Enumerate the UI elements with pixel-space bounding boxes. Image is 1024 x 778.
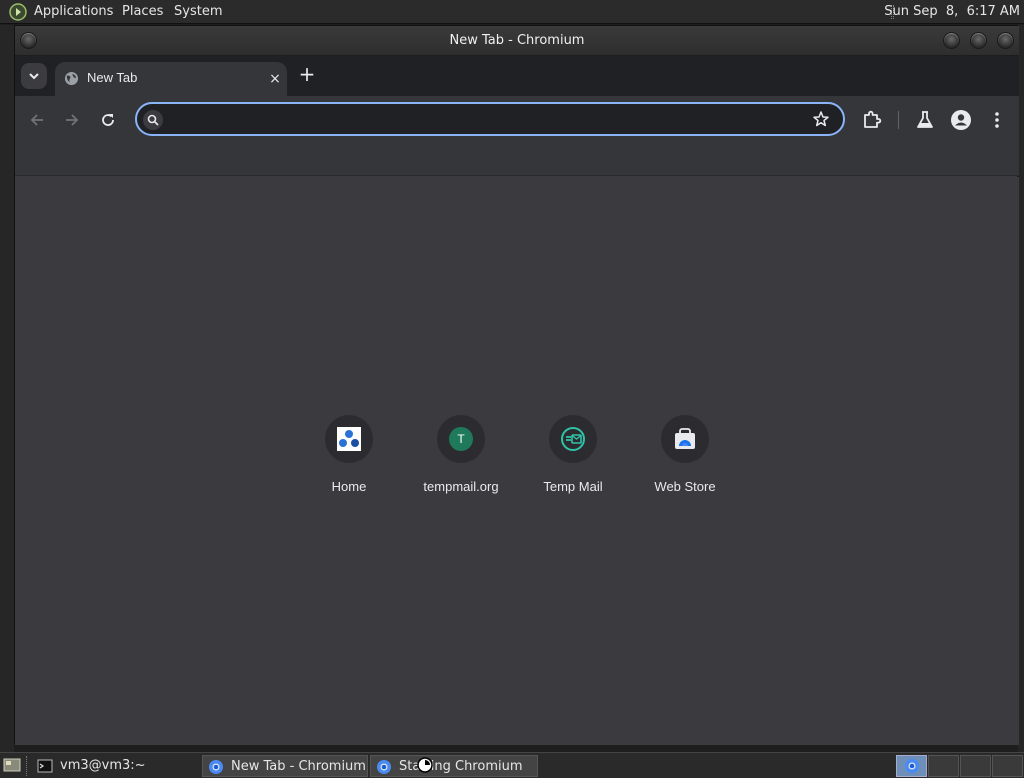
minimize-button[interactable] bbox=[943, 32, 960, 49]
chromium-icon bbox=[377, 760, 391, 774]
chevron-down-icon bbox=[29, 73, 39, 80]
search-icon bbox=[143, 110, 163, 130]
task-terminal[interactable]: vm3@vm3:~ bbox=[32, 755, 200, 777]
shortcut-label: Temp Mail bbox=[543, 479, 603, 494]
maximize-button[interactable] bbox=[970, 32, 987, 49]
workspace-switcher-slot[interactable] bbox=[928, 755, 959, 777]
task-label: vm3@vm3:~ bbox=[60, 758, 146, 773]
bottom-taskbar: vm3@vm3:~ New Tab - Chromium Starting Ch… bbox=[0, 752, 1024, 778]
applications-menu[interactable]: Applications bbox=[34, 4, 113, 20]
task-starting-chromium[interactable]: Starting Chromium bbox=[370, 755, 538, 777]
browser-toolbar bbox=[15, 96, 1019, 176]
tab-title: New Tab bbox=[87, 70, 138, 85]
desktop-edge-left bbox=[0, 25, 14, 752]
new-tab-button[interactable]: + bbox=[297, 64, 317, 86]
tab-close-icon[interactable]: × bbox=[265, 69, 285, 89]
address-input[interactable] bbox=[171, 108, 791, 130]
address-bar[interactable] bbox=[135, 102, 845, 136]
workspace-switcher[interactable] bbox=[896, 755, 927, 777]
shortcut-label: Web Store bbox=[654, 479, 716, 494]
places-menu[interactable]: Places bbox=[122, 4, 163, 20]
back-button[interactable] bbox=[24, 107, 50, 133]
workspace-switcher-slot[interactable] bbox=[992, 755, 1023, 777]
globe-icon bbox=[64, 71, 79, 86]
shortcut-label: Home bbox=[331, 479, 367, 494]
chromium-window: New Tab - Chromium New Tab × + Home T te… bbox=[14, 25, 1019, 745]
bookmark-star-icon[interactable] bbox=[811, 109, 831, 129]
letter-t-icon: T bbox=[449, 427, 473, 451]
forward-arrow-icon bbox=[66, 114, 79, 126]
shortcut-temp-mail[interactable]: Temp Mail bbox=[517, 415, 629, 505]
temp-mail-icon bbox=[561, 427, 585, 451]
more-menu-icon[interactable] bbox=[985, 108, 1009, 132]
shortcut-tempmail-org[interactable]: T tempmail.org bbox=[405, 415, 517, 505]
system-menu[interactable]: System bbox=[174, 4, 222, 20]
close-window-button[interactable] bbox=[997, 32, 1014, 49]
shortcut-home[interactable]: Home bbox=[293, 415, 405, 505]
shortcut-icon-circle: T bbox=[437, 415, 485, 463]
extensions-puzzle-icon[interactable] bbox=[860, 108, 884, 132]
profile-avatar-icon[interactable] bbox=[949, 108, 973, 132]
new-tab-page: Home T tempmail.org Temp Mail Web Store bbox=[15, 177, 1019, 745]
shortcut-web-store[interactable]: Web Store bbox=[629, 415, 741, 505]
shortcut-icon-circle bbox=[549, 415, 597, 463]
tab-search-button[interactable] bbox=[21, 63, 47, 89]
show-desktop-icon[interactable] bbox=[3, 757, 21, 773]
chromium-icon bbox=[905, 759, 919, 773]
workspace-switcher-slot[interactable] bbox=[960, 755, 991, 777]
toolbar-separator bbox=[898, 111, 899, 129]
shortcut-icon-circle bbox=[661, 415, 709, 463]
reload-icon bbox=[102, 114, 114, 126]
window-titlebar[interactable]: New Tab - Chromium bbox=[15, 26, 1019, 56]
taskbar-separator bbox=[26, 756, 28, 776]
labs-flask-icon[interactable] bbox=[913, 108, 937, 132]
shortcut-icon-circle bbox=[325, 415, 373, 463]
web-store-icon bbox=[675, 428, 695, 449]
forward-button[interactable] bbox=[59, 107, 85, 133]
clock[interactable]: Sun Sep 8, 6:17 AM bbox=[884, 4, 1020, 20]
desktop: Applications Places System Sun Sep 8, 6:… bbox=[0, 0, 1024, 778]
shortcut-label: tempmail.org bbox=[423, 479, 499, 494]
busy-cursor-icon bbox=[417, 757, 433, 773]
terminal-icon bbox=[37, 759, 53, 773]
task-chromium-new-tab[interactable]: New Tab - Chromium bbox=[202, 755, 368, 777]
chromium-icon bbox=[209, 760, 223, 774]
back-arrow-icon bbox=[30, 114, 43, 126]
tab-strip: New Tab × + bbox=[15, 56, 1019, 96]
reload-button[interactable] bbox=[95, 107, 121, 133]
window-title: New Tab - Chromium bbox=[449, 33, 585, 48]
tab-new-tab[interactable]: New Tab × bbox=[55, 62, 287, 96]
distro-logo-icon[interactable] bbox=[9, 3, 27, 21]
home-network-icon bbox=[337, 427, 361, 451]
top-panel: Applications Places System Sun Sep 8, 6:… bbox=[0, 0, 1024, 24]
task-label: New Tab - Chromium bbox=[231, 759, 366, 774]
